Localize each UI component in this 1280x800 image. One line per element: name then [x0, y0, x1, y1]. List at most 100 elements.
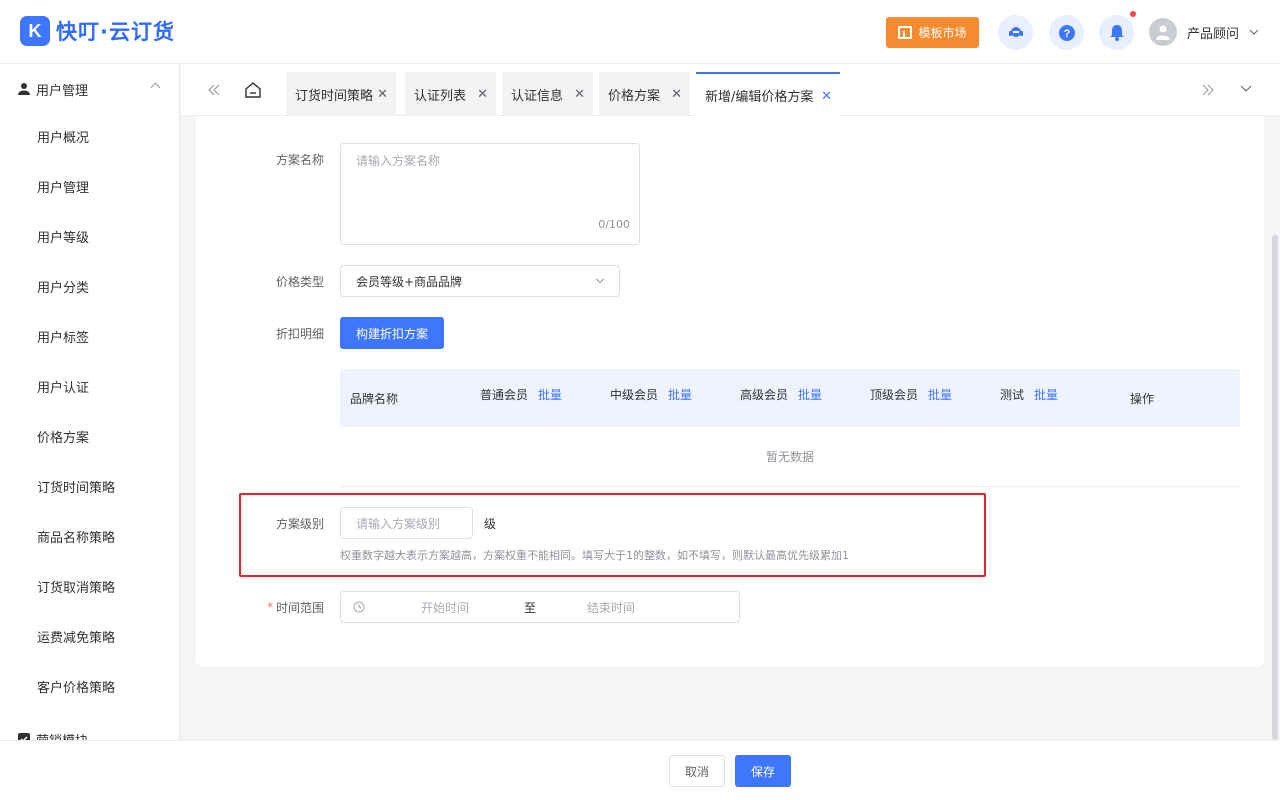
- empty-table-message: 暂无数据: [340, 427, 1240, 487]
- level-unit: 级: [484, 517, 497, 531]
- tab-bar: 订货时间策略 ✕ 认证列表 ✕ 认证信息 ✕ 价格方案 ✕ 新增/编辑价格方案 ✕: [181, 64, 1280, 116]
- tab-label: 订货时间策略: [295, 88, 374, 104]
- close-icon[interactable]: ✕: [377, 87, 388, 102]
- sidebar-item-price-plan[interactable]: 价格方案: [0, 414, 179, 464]
- col-brand-name: 品牌名称: [350, 391, 399, 406]
- batch-link[interactable]: 批量: [798, 386, 822, 403]
- template-icon: [898, 26, 913, 39]
- level-label: 中级会员: [610, 387, 659, 402]
- discount-detail-label: 折扣明细: [275, 327, 324, 341]
- plan-name-placeholder: 请输入方案名称: [356, 154, 441, 168]
- logo-icon: K: [20, 16, 50, 46]
- batch-link[interactable]: 批量: [928, 386, 952, 403]
- batch-link[interactable]: 批量: [1034, 386, 1058, 403]
- tab-order-time-policy[interactable]: 订货时间策略 ✕: [286, 72, 396, 116]
- help-icon[interactable]: ?: [1049, 15, 1084, 50]
- sidebar-item-user-overview[interactable]: 用户概况: [0, 114, 179, 164]
- chevron-down-icon: [1249, 29, 1259, 35]
- notification-dot: [1130, 11, 1136, 17]
- level-label: 高级会员: [740, 387, 789, 402]
- tab-label: 认证列表: [414, 88, 467, 104]
- bell-icon[interactable]: [1099, 15, 1134, 50]
- marketing-icon: [18, 733, 30, 740]
- close-icon[interactable]: ✕: [821, 89, 832, 104]
- clock-icon: [353, 601, 365, 613]
- avatar: [1149, 18, 1177, 46]
- sidebar-item-user-tags[interactable]: 用户标签: [0, 314, 179, 364]
- sidebar-item-order-time-policy[interactable]: 订货时间策略: [0, 464, 179, 514]
- plan-level-label: 方案级别: [275, 517, 324, 531]
- tab-label: 价格方案: [608, 88, 661, 104]
- tab-label: 新增/编辑价格方案: [705, 89, 814, 105]
- sidebar-item-user-auth[interactable]: 用户认证: [0, 364, 179, 414]
- sidebar-item-freight-policy[interactable]: 运费减免策略: [0, 614, 179, 664]
- end-time-placeholder[interactable]: 结束时间: [587, 599, 635, 616]
- home-icon[interactable]: [244, 81, 262, 99]
- user-menu[interactable]: 产品顾问: [1149, 18, 1259, 46]
- close-icon[interactable]: ✕: [477, 87, 488, 102]
- col-level-top: 顶级会员 批量: [870, 365, 952, 423]
- plan-level-hint: 权重数字越大表示方案越高，方案权重不能相同。填写大于1的整数，如不填写，则默认最…: [340, 549, 849, 562]
- template-market-button[interactable]: 模板市场: [886, 17, 979, 48]
- sidebar-item-user-level[interactable]: 用户等级: [0, 214, 179, 264]
- sidebar-item-user-category[interactable]: 用户分类: [0, 264, 179, 314]
- cancel-button[interactable]: 取消: [669, 755, 725, 787]
- sidebar-item-user-management[interactable]: 用户管理: [0, 164, 179, 214]
- char-counter: 0/100: [598, 218, 630, 231]
- level-label: 普通会员: [480, 387, 529, 402]
- sidebar: 用户管理 用户概况 用户管理 用户等级 用户分类 用户标签 用户认证 价格方案 …: [0, 64, 180, 740]
- sidebar-item-order-cancel-policy[interactable]: 订货取消策略: [0, 564, 179, 614]
- chevron-down-icon[interactable]: [1240, 85, 1252, 93]
- close-icon[interactable]: ✕: [671, 87, 682, 102]
- price-type-select[interactable]: 会员等级+商品品牌: [340, 265, 620, 297]
- col-level-test: 测试 批量: [1000, 365, 1058, 423]
- double-chevron-left-icon[interactable]: [208, 84, 220, 96]
- sidebar-group-user-management[interactable]: 用户管理: [0, 64, 179, 114]
- double-chevron-right-icon[interactable]: [1202, 84, 1214, 96]
- footer-bar: 取消 保存: [0, 740, 1280, 800]
- plan-level-placeholder: 请输入方案级别: [356, 516, 441, 531]
- user-icon: [18, 83, 30, 95]
- col-level-mid: 中级会员 批量: [610, 365, 692, 423]
- chevron-up-icon: [150, 82, 161, 93]
- tab-label: 认证信息: [511, 88, 564, 104]
- sidebar-group-marketing[interactable]: 营销模块: [0, 714, 179, 740]
- level-label: 顶级会员: [870, 387, 919, 402]
- sidebar-item-customer-price-policy[interactable]: 客户价格策略: [0, 664, 179, 714]
- sidebar-item-product-name-policy[interactable]: 商品名称策略: [0, 514, 179, 564]
- app-logo[interactable]: K 快叮·云订货: [20, 16, 175, 46]
- support-icon[interactable]: [998, 15, 1033, 50]
- time-range-picker[interactable]: 开始时间 至 结束时间: [340, 591, 740, 623]
- template-market-label: 模板市场: [918, 26, 967, 40]
- sidebar-group-label: 营销模块: [36, 730, 88, 741]
- start-time-placeholder[interactable]: 开始时间: [421, 599, 469, 616]
- app-title: 快叮·云订货: [56, 20, 175, 44]
- col-level-senior: 高级会员 批量: [740, 365, 822, 423]
- col-level-regular: 普通会员 批量: [480, 365, 562, 423]
- svg-text:?: ?: [1063, 28, 1070, 40]
- plan-name-label: 方案名称: [275, 153, 324, 167]
- batch-link[interactable]: 批量: [538, 386, 562, 403]
- tab-auth-info[interactable]: 认证信息 ✕: [502, 72, 593, 116]
- sidebar-group-label: 用户管理: [36, 83, 89, 99]
- build-discount-button[interactable]: 构建折扣方案: [340, 317, 444, 349]
- tab-price-plan[interactable]: 价格方案 ✕: [599, 72, 690, 116]
- chevron-down-icon: [595, 274, 605, 284]
- col-action: 操作: [1130, 391, 1155, 406]
- plan-level-input[interactable]: 请输入方案级别: [340, 507, 473, 539]
- discount-table-header: 品牌名称 普通会员 批量 中级会员 批量 高级会员 批量 顶级会员 批量 测试 批量 操作: [340, 369, 1240, 427]
- scrollbar-thumb[interactable]: [1272, 235, 1278, 740]
- user-name: 产品顾问: [1187, 26, 1240, 42]
- price-type-value: 会员等级+商品品牌: [356, 274, 463, 289]
- close-icon[interactable]: ✕: [574, 87, 585, 102]
- tab-auth-list[interactable]: 认证列表 ✕: [405, 72, 496, 116]
- save-button[interactable]: 保存: [735, 755, 791, 787]
- plan-name-textarea[interactable]: 请输入方案名称 0/100: [340, 143, 640, 245]
- top-header: K 快叮·云订货 模板市场 ? 产品顾问: [0, 0, 1280, 64]
- tab-edit-price-plan[interactable]: 新增/编辑价格方案 ✕: [696, 72, 840, 116]
- time-range-label: 时间范围: [275, 601, 324, 615]
- batch-link[interactable]: 批量: [668, 386, 692, 403]
- level-label: 测试: [1000, 387, 1025, 402]
- price-type-label: 价格类型: [275, 275, 324, 289]
- range-separator: 至: [524, 601, 537, 615]
